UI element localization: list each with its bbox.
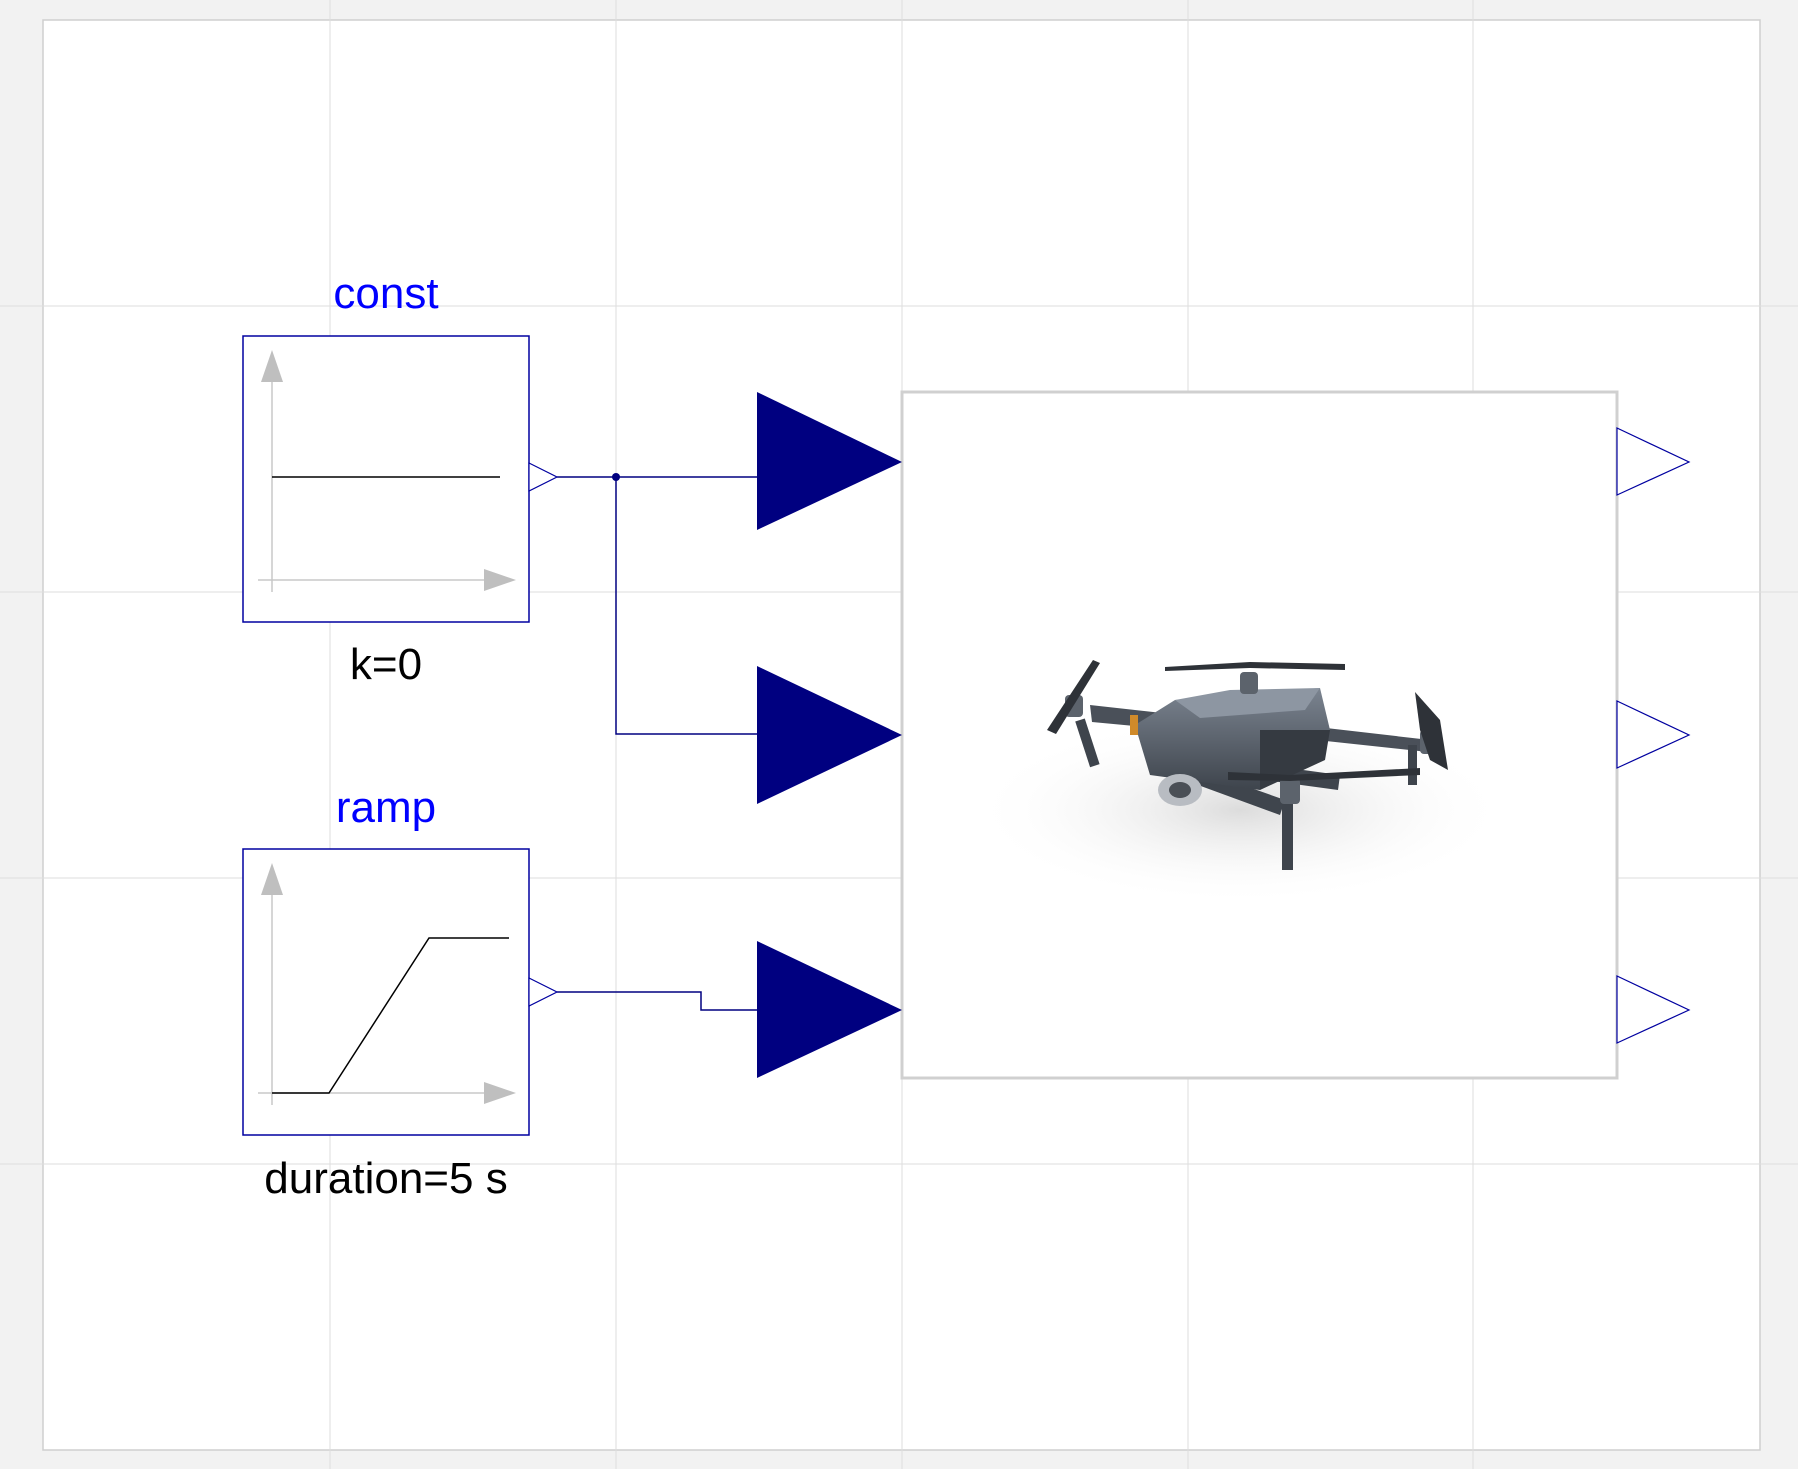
const-block-parameter: k=0	[350, 640, 422, 689]
ramp-block-name: ramp	[336, 783, 436, 832]
diagram-canvas: const k=0 ramp duration=5 s	[0, 0, 1798, 1469]
const-block-name: const	[333, 269, 438, 318]
ramp-block-parameter: duration=5 s	[264, 1154, 507, 1203]
wire-junction	[612, 473, 620, 481]
